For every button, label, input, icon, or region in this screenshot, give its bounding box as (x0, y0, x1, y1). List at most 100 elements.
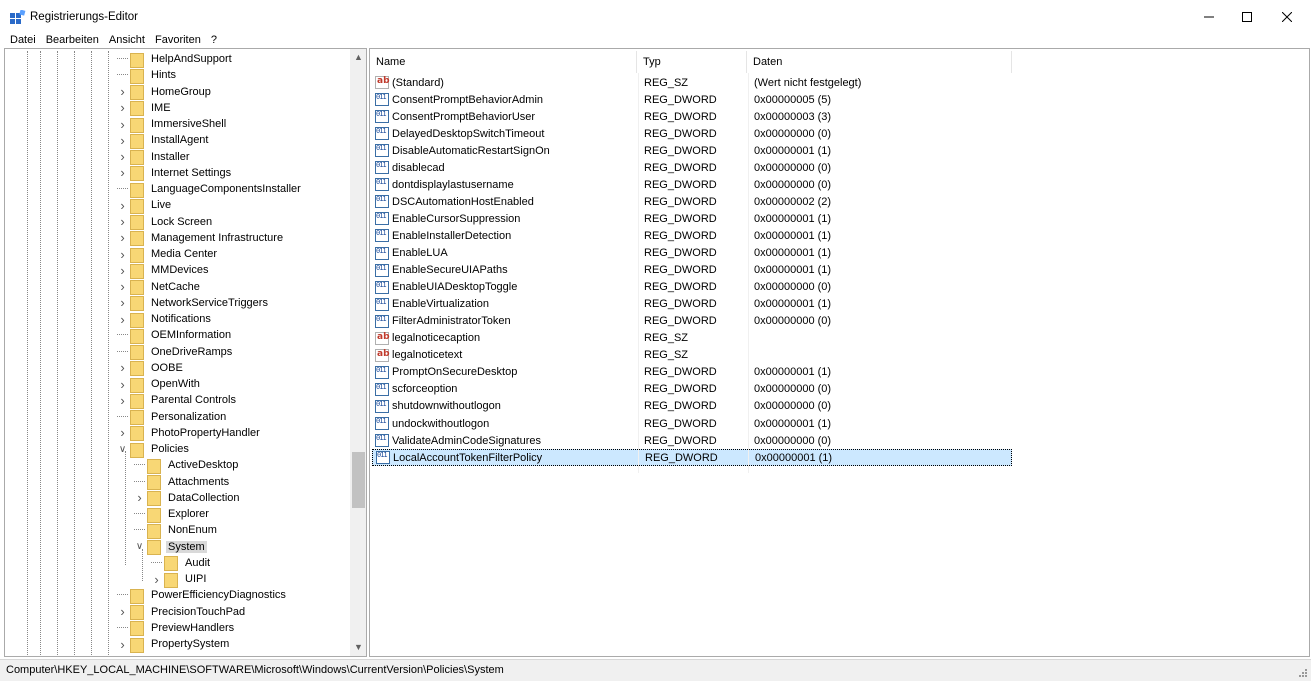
resize-grip-icon[interactable] (1298, 668, 1308, 678)
tree-item[interactable]: › ImmersiveShell (117, 116, 228, 133)
chevron-down-icon[interactable]: ∨ (117, 441, 128, 457)
value-row[interactable]: 011 DisableAutomaticRestartSignOn REG_DWOR… (372, 142, 1012, 159)
tree-item[interactable]: › DataCollection (134, 490, 242, 507)
value-row[interactable]: 011 ConsentPromptBehaviorAdmin REG_DWORD 0x… (372, 91, 1012, 108)
chevron-right-icon[interactable]: › (117, 376, 128, 392)
value-row[interactable]: 011 EnableLUA REG_DWORD 0x00000001 (1) (372, 245, 1012, 262)
tree-item[interactable]: › UIPI (151, 571, 208, 588)
tree-item[interactable]: › Media Center (117, 246, 219, 263)
scroll-up-icon[interactable]: ▲ (353, 52, 364, 63)
tree-item[interactable]: › Installer (117, 149, 192, 165)
chevron-right-icon[interactable]: › (117, 279, 128, 295)
chevron-right-icon[interactable]: › (117, 100, 128, 116)
value-row[interactable]: 011 EnableCursorSuppression REG_DWORD 0x000… (372, 210, 1012, 227)
value-row[interactable]: 011 shutdownwithoutlogon REG_DWORD 0x000000… (372, 398, 1012, 415)
chevron-right-icon[interactable]: › (117, 197, 128, 213)
tree-item[interactable]: › NetCache (117, 279, 202, 295)
tree-item[interactable]: › NetworkServiceTriggers (117, 295, 270, 312)
tree-item[interactable]: OEMInformation (117, 327, 233, 344)
chevron-right-icon[interactable]: › (117, 230, 128, 246)
chevron-right-icon[interactable]: › (117, 132, 128, 148)
menu-favoriten[interactable]: Favoriten (150, 33, 206, 48)
menu-help[interactable]: ? (206, 33, 222, 48)
value-row[interactable]: 011 PromptOnSecureDesktop REG_DWORD 0x00000… (372, 364, 1012, 381)
tree-item[interactable]: › MMDevices (117, 262, 210, 279)
chevron-right-icon[interactable]: › (117, 392, 128, 408)
tree-item[interactable]: › Live (117, 197, 173, 214)
column-header-data[interactable]: Daten (747, 51, 1012, 73)
tree-item[interactable]: ActiveDesktop (134, 457, 240, 474)
value-row[interactable]: 011 undockwithoutlogon REG_DWORD 0x00000001… (372, 415, 1012, 432)
chevron-right-icon[interactable]: › (117, 425, 128, 441)
chevron-right-icon[interactable]: › (117, 165, 128, 181)
tree-item[interactable]: LanguageComponentsInstaller (117, 181, 303, 198)
chevron-right-icon[interactable]: › (134, 490, 145, 506)
scroll-down-icon[interactable]: ▼ (353, 642, 364, 653)
tree-item[interactable]: ∨ Policies (117, 441, 191, 458)
tree-item[interactable]: ∨ System (134, 539, 207, 555)
value-row[interactable]: 011 FilterAdministratorToken REG_DWORD 0x00… (372, 313, 1012, 330)
value-row[interactable]: 011 EnableInstallerDetection REG_DWORD 0x00… (372, 227, 1012, 244)
values-pane[interactable]: Name Typ Daten ab (Standard) REG_SZ (Wert n… (369, 48, 1310, 657)
chevron-right-icon[interactable]: › (117, 214, 128, 230)
tree-item[interactable]: › Internet Settings (117, 165, 233, 182)
tree-item[interactable]: › Notifications (117, 311, 213, 328)
tree-item[interactable]: › PropertySystem (117, 636, 231, 653)
tree-item[interactable]: › IME (117, 100, 173, 117)
value-row[interactable]: 011 DSCAutomationHostEnabled REG_DWORD 0x00… (372, 193, 1012, 210)
chevron-right-icon[interactable]: › (117, 311, 128, 327)
chevron-right-icon[interactable]: › (117, 604, 128, 620)
chevron-right-icon[interactable]: › (117, 116, 128, 132)
value-row[interactable]: 011 dontdisplaylastusername REG_DWORD 0x000… (372, 176, 1012, 193)
tree-item[interactable]: › Management Infrastructure (117, 230, 285, 247)
tree-item[interactable]: › PhotoPropertyHandler (117, 425, 262, 442)
tree-item[interactable]: HelpAndSupport (117, 51, 234, 68)
chevron-right-icon[interactable]: › (117, 360, 128, 376)
tree-item[interactable]: › Parental Controls (117, 392, 238, 409)
tree-item[interactable]: › Lock Screen (117, 214, 214, 230)
chevron-right-icon[interactable]: › (151, 571, 162, 587)
tree-item[interactable]: PreviewHandlers (117, 620, 236, 637)
tree-item[interactable]: › InstallAgent (117, 132, 210, 149)
tree-item[interactable]: › PrecisionTouchPad (117, 604, 247, 620)
tree-item[interactable]: OneDriveRamps (117, 344, 234, 360)
value-row[interactable]: 011 ValidateAdminCodeSignatures REG_DWORD 0… (372, 432, 1012, 449)
chevron-right-icon[interactable]: › (117, 246, 128, 262)
value-row[interactable]: 011 EnableSecureUIAPaths REG_DWORD 0x000000… (372, 262, 1012, 279)
chevron-right-icon[interactable]: › (117, 149, 128, 165)
tree-item[interactable]: Explorer (134, 506, 211, 523)
menu-bearbeiten[interactable]: Bearbeiten (41, 33, 104, 48)
value-row[interactable]: ab (Standard) REG_SZ (Wert nicht festgelegt… (372, 74, 1012, 91)
value-row[interactable]: 011 EnableVirtualization REG_DWORD 0x000000… (372, 296, 1012, 313)
tree-scrollbar[interactable]: ▲ ▼ (350, 49, 366, 656)
value-row[interactable]: ab legalnoticetext REG_SZ (372, 347, 1012, 364)
chevron-right-icon[interactable]: › (117, 262, 128, 278)
column-header-type[interactable]: Typ (637, 51, 747, 73)
chevron-right-icon[interactable]: › (117, 295, 128, 311)
tree-item[interactable]: › OpenWith (117, 376, 202, 393)
value-row[interactable]: 011 DelayedDesktopSwitchTimeout REG_DWORD 0… (372, 125, 1012, 142)
tree-item[interactable]: › HomeGroup (117, 84, 213, 100)
chevron-right-icon[interactable]: › (117, 636, 128, 652)
value-row[interactable]: 011 scforceoption REG_DWORD 0x00000000 (0) (372, 381, 1012, 398)
value-row[interactable]: ab legalnoticecaption REG_SZ (372, 330, 1012, 347)
scroll-thumb[interactable] (352, 452, 365, 508)
tree-item[interactable]: Hints (117, 67, 178, 84)
tree-item[interactable]: NonEnum (134, 522, 219, 539)
tree-item[interactable]: Attachments (134, 474, 231, 490)
chevron-right-icon[interactable]: › (117, 84, 128, 100)
tree-item[interactable]: PowerEfficiencyDiagnostics (117, 587, 288, 604)
tree-item[interactable]: Personalization (117, 409, 228, 425)
value-row[interactable]: 011 LocalAccountTokenFilterPolicy REG_DWOR… (372, 449, 1012, 467)
close-button[interactable] (1264, 0, 1310, 33)
tree-item[interactable]: › OOBE (117, 360, 185, 377)
tree-item[interactable]: Audit (151, 555, 212, 572)
value-row[interactable]: 011 ConsentPromptBehaviorUser REG_DWORD 0x0… (372, 108, 1012, 125)
menu-ansicht[interactable]: Ansicht (104, 33, 150, 48)
value-row[interactable]: 011 disablecad REG_DWORD 0x00000000 (0) (372, 159, 1012, 176)
value-row[interactable]: 011 EnableUIADesktopToggle REG_DWORD 0x0000… (372, 279, 1012, 296)
chevron-down-icon[interactable]: ∨ (134, 539, 145, 555)
key-tree-pane[interactable]: HelpAndSupport Hints › HomeGroup › IME › Immers… (4, 48, 367, 657)
menu-datei[interactable]: Datei (0, 33, 41, 48)
column-header-name[interactable]: Name (370, 51, 637, 73)
